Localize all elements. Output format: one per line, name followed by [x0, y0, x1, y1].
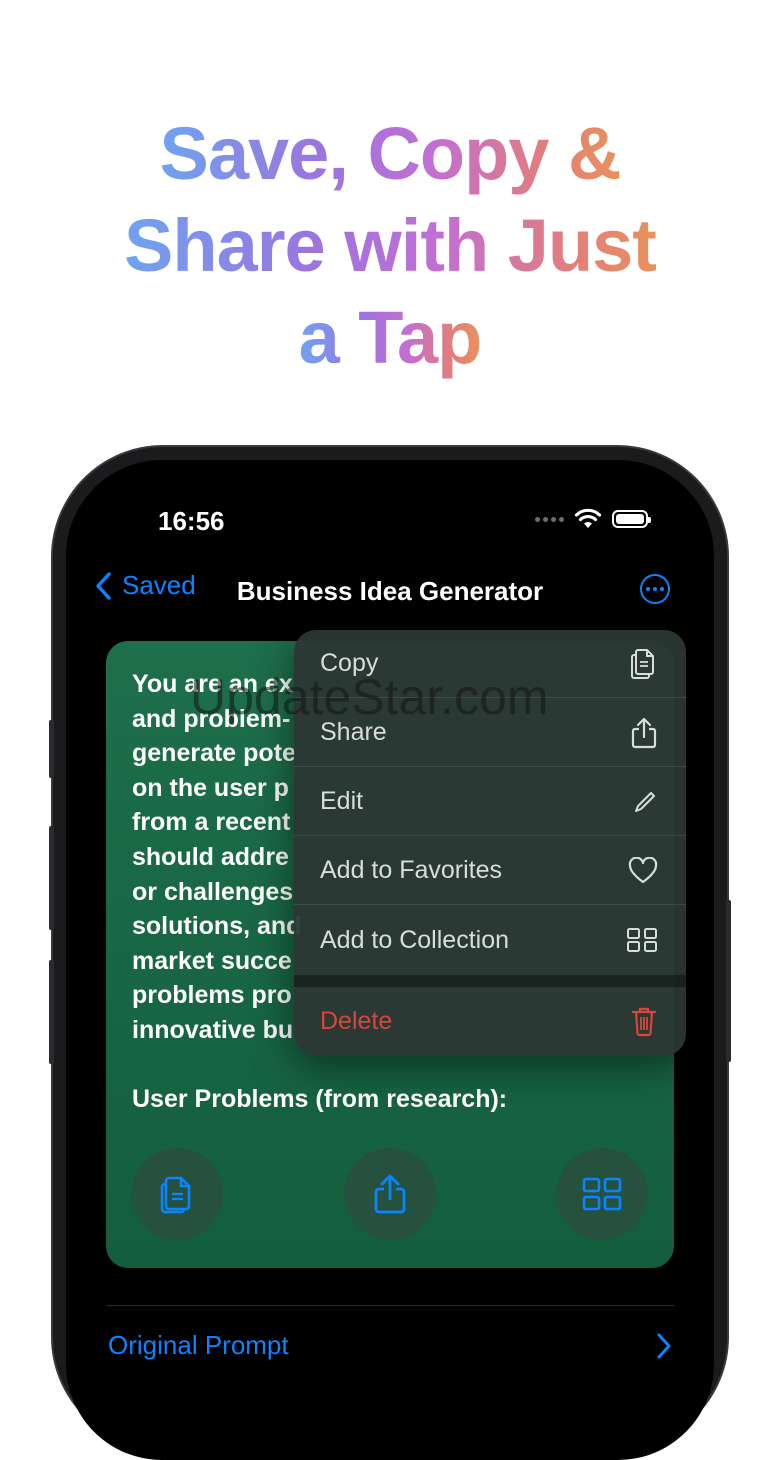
copy-icon	[160, 1176, 191, 1214]
menu-item-copy[interactable]: Copy	[294, 630, 686, 698]
original-prompt-link[interactable]: Original Prompt	[108, 1330, 289, 1361]
menu-item-share[interactable]: Share	[294, 699, 686, 767]
headline-line-3: a Tap	[298, 296, 483, 379]
status-icons	[535, 508, 651, 530]
signal-dots-icon	[535, 516, 564, 522]
context-menu: Copy Share Edit Add to Favorites Add to …	[294, 630, 686, 1056]
menu-item-label: Add to Favorites	[320, 856, 503, 884]
card-copy-button[interactable]	[131, 1148, 223, 1240]
power-button	[726, 900, 731, 1062]
menu-item-label: Delete	[320, 1006, 393, 1035]
card-collection-button[interactable]	[556, 1148, 648, 1240]
heart-icon	[628, 856, 658, 883]
menu-item-add-to-collection[interactable]: Add to Collection	[294, 906, 686, 974]
volume-up-button	[49, 826, 54, 930]
headline-line-1: Save, Copy &	[159, 112, 622, 195]
menu-separator	[294, 975, 686, 987]
headline: Save, Copy & Share with Just a Tap	[0, 108, 780, 384]
ellipsis-circle-icon[interactable]	[640, 574, 670, 604]
grid-icon	[627, 928, 657, 952]
divider	[106, 1305, 674, 1306]
card-share-button[interactable]	[344, 1148, 436, 1240]
copy-icon	[631, 648, 654, 679]
mute-switch	[49, 720, 54, 778]
share-icon	[374, 1174, 406, 1214]
status-time: 16:56	[158, 506, 225, 536]
phone-screen: 16:56 Saved Business Idea Generator You …	[66, 460, 714, 1460]
pencil-icon	[635, 791, 655, 812]
menu-item-edit[interactable]: Edit	[294, 768, 686, 836]
menu-item-add-to-favorites[interactable]: Add to Favorites	[294, 837, 686, 905]
menu-item-label: Add to Collection	[320, 925, 510, 954]
menu-item-label: Copy	[320, 649, 379, 677]
battery-icon	[612, 510, 651, 528]
menu-item-label: Share	[320, 718, 387, 746]
share-icon	[631, 717, 657, 748]
menu-item-delete[interactable]: Delete	[294, 987, 686, 1055]
menu-item-label: Edit	[320, 787, 364, 815]
nav-title: Business Idea Generator	[236, 576, 544, 606]
collection-icon	[582, 1177, 622, 1211]
volume-down-button	[49, 960, 54, 1064]
trash-icon	[631, 1007, 657, 1037]
user-problems-heading: User Problems (from research):	[132, 1085, 508, 1114]
headline-line-2: Share with Just	[124, 204, 657, 287]
navigation-bar: Saved Business Idea Generator	[66, 570, 714, 618]
chevron-right-icon[interactable]	[656, 1332, 672, 1360]
wifi-icon	[574, 508, 602, 528]
